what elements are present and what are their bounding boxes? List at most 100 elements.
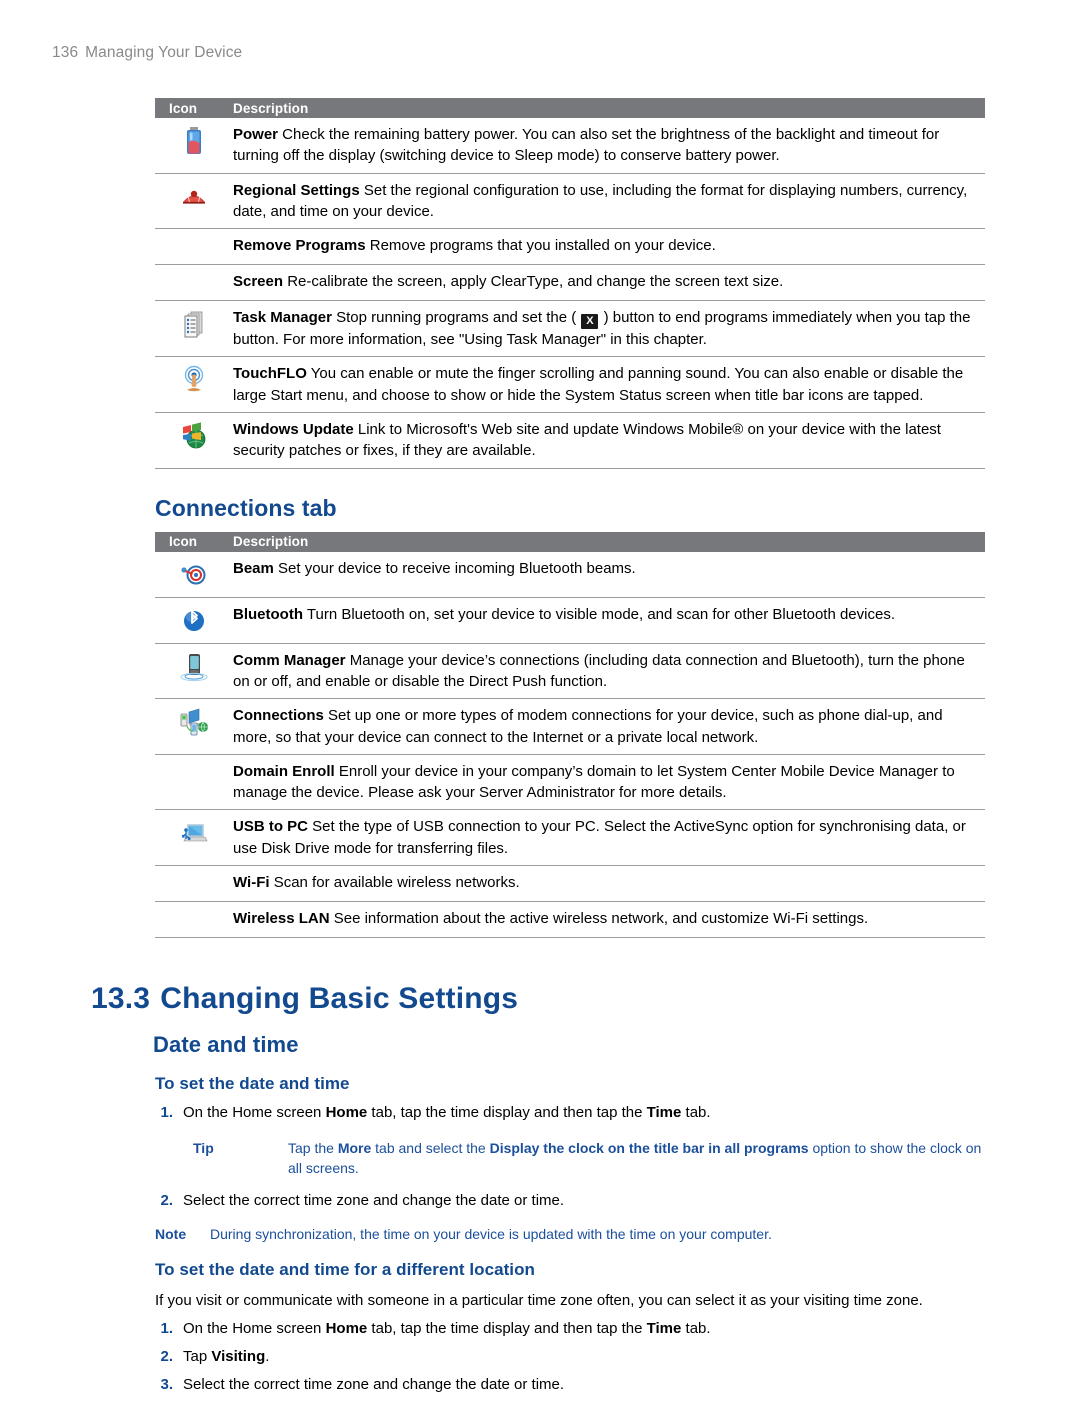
- row-term: Comm Manager: [233, 651, 346, 669]
- step-text-part: tab.: [681, 1320, 711, 1338]
- row-icon-cell: [155, 816, 233, 849]
- usb-to-pc-icon: [182, 824, 208, 842]
- row-text: Set up one or more types of modem connec…: [233, 707, 943, 746]
- regional-settings-icon: [183, 190, 205, 204]
- row-term: Wi-Fi: [233, 874, 270, 892]
- row-icon-cell: [155, 650, 233, 683]
- row-icon-cell: [155, 235, 233, 236]
- table-row: Domain Enroll Enroll your device in your…: [155, 755, 985, 811]
- step-text: Tap Visiting.: [183, 1346, 985, 1368]
- table-row: Windows Update Link to Microsoft's Web s…: [155, 413, 985, 469]
- step-bold-part: Home: [325, 1104, 368, 1122]
- row-term: Power: [233, 126, 279, 143]
- system-settings-table: Icon Description Power Check the remaini…: [155, 98, 985, 469]
- row-description-cell: Screen Re-calibrate the screen, apply Cl…: [233, 271, 985, 292]
- row-term: Domain Enroll: [233, 762, 335, 780]
- step-number: 2.: [160, 1347, 173, 1365]
- row-icon-cell: [155, 761, 233, 762]
- row-term: Regional Settings: [233, 181, 360, 199]
- touchflo-icon: [184, 366, 204, 392]
- chapter-title: Changing Basic Settings: [160, 982, 519, 1016]
- column-header-description: Description: [233, 100, 309, 116]
- row-text: Re-calibrate the screen, apply ClearType…: [283, 273, 784, 291]
- step-text: On the Home screen Home tab, tap the tim…: [183, 1102, 985, 1124]
- row-term: Windows Update: [233, 421, 354, 439]
- tip-text: Tap the More tab and select the Display …: [288, 1138, 985, 1179]
- row-text: Set the type of USB connection to your P…: [233, 818, 966, 857]
- row-text: See information about the active wireles…: [329, 910, 869, 928]
- step-text-part: tab.: [681, 1104, 711, 1122]
- tip-text-part: tab and select the: [371, 1139, 490, 1156]
- row-description-cell: Remove Programs Remove programs that you…: [233, 235, 985, 256]
- note-callout: Note During synchronization, the time on…: [155, 1224, 985, 1244]
- row-icon-cell: [155, 307, 233, 340]
- column-header-icon: Icon: [169, 534, 198, 550]
- tip-text-part: Tap the: [288, 1139, 338, 1156]
- row-text: Set your device to receive incoming Blue…: [273, 559, 636, 577]
- row-description-cell: Windows Update Link to Microsoft's Web s…: [233, 419, 985, 462]
- connections-settings-table: Icon Description Beam Set your device to…: [155, 531, 985, 939]
- step-text-part: On the Home screen: [183, 1104, 326, 1122]
- table-row: Remove Programs Remove programs that you…: [155, 229, 985, 266]
- tip-callout: Tip Tap the More tab and select the Disp…: [155, 1138, 985, 1179]
- table-row: Regional Settings Set the regional confi…: [155, 174, 985, 230]
- row-text: Check the remaining battery power. You c…: [233, 126, 940, 165]
- column-header-icon: Icon: [169, 100, 198, 116]
- comm-manager-icon: [180, 653, 208, 681]
- row-description-cell: Wireless LAN See information about the a…: [233, 908, 985, 929]
- row-icon-cell: [155, 604, 233, 637]
- task-manager-icon: [184, 311, 203, 338]
- row-text: You can enable or mute the finger scroll…: [233, 365, 964, 404]
- procedure-2-heading: To set the date and time for a different…: [155, 1260, 535, 1280]
- row-icon-cell: [155, 271, 233, 272]
- header-title: Managing Your Device: [85, 44, 243, 61]
- table-row: USB to PC Set the type of USB connection…: [155, 810, 985, 867]
- step-number: 1.: [160, 1320, 173, 1338]
- step-text-part: tab, tap the time display and then tap t…: [367, 1104, 647, 1122]
- table-row: TouchFLO You can enable or mute the fing…: [155, 357, 985, 414]
- step-bold-part: Time: [646, 1104, 682, 1122]
- running-header: 136 Managing Your Device: [52, 44, 242, 62]
- note-label: Note: [155, 1226, 187, 1243]
- row-text: Scan for available wireless networks.: [269, 874, 520, 892]
- row-description-cell: Beam Set your device to receive incoming…: [233, 558, 985, 579]
- row-description-cell: USB to PC Set the type of USB connection…: [233, 816, 985, 859]
- table-row: Wi-Fi Scan for available wireless networ…: [155, 866, 985, 903]
- row-description-cell: Domain Enroll Enroll your device in your…: [233, 761, 985, 804]
- step-bold-part: Home: [325, 1320, 368, 1338]
- table-row: Bluetooth Turn Bluetooth on, set your de…: [155, 598, 985, 644]
- row-text-before: Stop running programs and set the (: [331, 309, 581, 327]
- row-term: Screen: [233, 273, 284, 291]
- step-text-part: On the Home screen: [183, 1320, 326, 1338]
- row-description-cell: Power Check the remaining battery power.…: [233, 124, 985, 167]
- tip-bold-part: Display the clock on the title bar in al…: [489, 1139, 809, 1156]
- page-content: Icon Description Power Check the remaini…: [91, 98, 985, 1401]
- procedure-1-steps-continued: 2. Select the correct time zone and chan…: [155, 1190, 985, 1212]
- connections-tab-heading: Connections tab: [155, 494, 337, 521]
- list-item: 2. Tap Visiting.: [155, 1346, 985, 1368]
- list-item: 1. On the Home screen Home tab, tap the …: [155, 1318, 985, 1340]
- note-text: During synchronization, the time on your…: [210, 1226, 772, 1243]
- row-icon-cell: [155, 124, 233, 157]
- table-row: Power Check the remaining battery power.…: [155, 118, 985, 174]
- step-text: Select the correct time zone and change …: [183, 1192, 565, 1210]
- table-header-row: Icon Description: [155, 98, 985, 118]
- table-row: Connections Set up one or more types of …: [155, 699, 985, 755]
- procedure-2-steps: 1. On the Home screen Home tab, tap the …: [155, 1318, 985, 1395]
- row-term: Beam: [233, 559, 274, 577]
- step-text-part: tab, tap the time display and then tap t…: [367, 1320, 647, 1338]
- row-text: Enroll your device in your company’s dom…: [233, 762, 955, 802]
- procedure-2-intro: If you visit or communicate with someone…: [155, 1292, 923, 1310]
- chapter-heading: 13.3 Changing Basic Settings: [91, 982, 985, 1016]
- row-text: Remove programs that you installed on yo…: [365, 237, 716, 255]
- row-term: Connections: [233, 707, 324, 725]
- row-icon-cell: [155, 908, 233, 909]
- row-icon-cell: [155, 872, 233, 873]
- row-icon-cell: [155, 705, 233, 738]
- step-text-part: Tap: [183, 1347, 212, 1365]
- row-description-cell: Wi-Fi Scan for available wireless networ…: [233, 872, 985, 893]
- beam-icon: [181, 565, 206, 585]
- row-icon-cell: [155, 419, 233, 452]
- row-term: Remove Programs: [233, 237, 366, 255]
- tip-label: Tip: [193, 1139, 214, 1156]
